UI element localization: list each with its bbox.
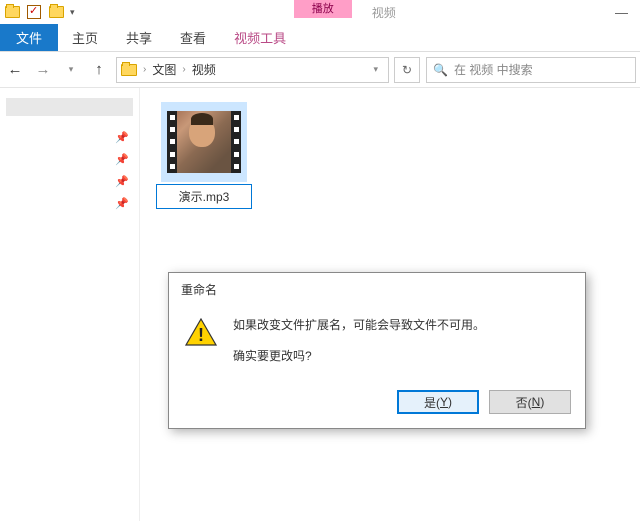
- folder-open-icon[interactable]: [48, 4, 64, 20]
- forward-button[interactable]: →: [32, 59, 54, 81]
- ribbon-tabs: 文件 主页 共享 查看 视频工具: [0, 24, 640, 52]
- navigation-sidebar[interactable]: 📌 📌 📌 📌: [0, 88, 140, 521]
- file-tab[interactable]: 文件: [0, 24, 58, 51]
- dialog-buttons: 是(Y) 否(N): [169, 382, 585, 428]
- home-tab[interactable]: 主页: [58, 24, 112, 51]
- contextual-tab-header: 播放: [294, 0, 352, 18]
- sidebar-item[interactable]: 📌: [0, 126, 139, 148]
- recent-dropdown-icon[interactable]: ▾: [60, 59, 82, 81]
- pin-icon: 📌: [115, 153, 129, 166]
- rename-dialog: 重命名 ! 如果改变文件扩展名，可能会导致文件不可用。 确实要更改吗? 是(Y)…: [168, 272, 586, 429]
- share-tab[interactable]: 共享: [112, 24, 166, 51]
- dialog-line2: 确实要更改吗?: [233, 347, 485, 366]
- search-icon: 🔍: [433, 63, 448, 77]
- file-name-editor[interactable]: 演示.mp3: [156, 184, 252, 209]
- search-input[interactable]: 🔍 在 视频 中搜索: [426, 57, 636, 83]
- refresh-button[interactable]: ↻: [394, 57, 420, 83]
- properties-icon[interactable]: [26, 4, 42, 20]
- sidebar-item[interactable]: 📌: [0, 148, 139, 170]
- file-thumbnail: [161, 102, 247, 182]
- pin-icon: 📌: [115, 197, 129, 210]
- title-bar: ▾ 播放 视频 —: [0, 0, 640, 24]
- sidebar-item[interactable]: 📌: [0, 170, 139, 192]
- address-bar[interactable]: › 文图 › 视频 ▾: [116, 57, 389, 83]
- window-title: 视频: [372, 4, 396, 21]
- yes-button[interactable]: 是(Y): [397, 390, 479, 414]
- dialog-line1: 如果改变文件扩展名，可能会导致文件不可用。: [233, 316, 485, 335]
- folder-icon: [121, 64, 137, 76]
- pin-icon: 📌: [115, 175, 129, 188]
- up-button[interactable]: ↑: [88, 59, 110, 81]
- minimize-button[interactable]: —: [615, 5, 628, 20]
- dialog-message: 如果改变文件扩展名，可能会导致文件不可用。 确实要更改吗?: [233, 316, 485, 366]
- folder-icon[interactable]: [4, 4, 20, 20]
- dialog-title: 重命名: [169, 273, 585, 306]
- breadcrumb-segment[interactable]: 视频: [192, 61, 216, 78]
- quick-access-toolbar: ▾: [4, 4, 75, 20]
- view-tab[interactable]: 查看: [166, 24, 220, 51]
- address-dropdown-icon[interactable]: ▾: [367, 64, 384, 75]
- navigation-bar: ← → ▾ ↑ › 文图 › 视频 ▾ ↻ 🔍 在 视频 中搜索: [0, 52, 640, 88]
- search-placeholder: 在 视频 中搜索: [454, 61, 533, 78]
- sidebar-item[interactable]: 📌: [0, 192, 139, 214]
- file-item[interactable]: 演示.mp3: [156, 102, 252, 209]
- video-tools-tab[interactable]: 视频工具: [220, 24, 300, 51]
- contextual-tab-group: 播放: [294, 0, 352, 24]
- chevron-right-icon[interactable]: ›: [143, 64, 146, 75]
- svg-text:!: !: [198, 325, 204, 345]
- no-button[interactable]: 否(N): [489, 390, 571, 414]
- warning-icon: !: [185, 318, 217, 346]
- window-controls: —: [615, 5, 636, 20]
- breadcrumb-segment[interactable]: 文图: [152, 61, 176, 78]
- sidebar-section[interactable]: [6, 98, 133, 116]
- back-button[interactable]: ←: [4, 59, 26, 81]
- chevron-right-icon[interactable]: ›: [182, 64, 185, 75]
- pin-icon: 📌: [115, 131, 129, 144]
